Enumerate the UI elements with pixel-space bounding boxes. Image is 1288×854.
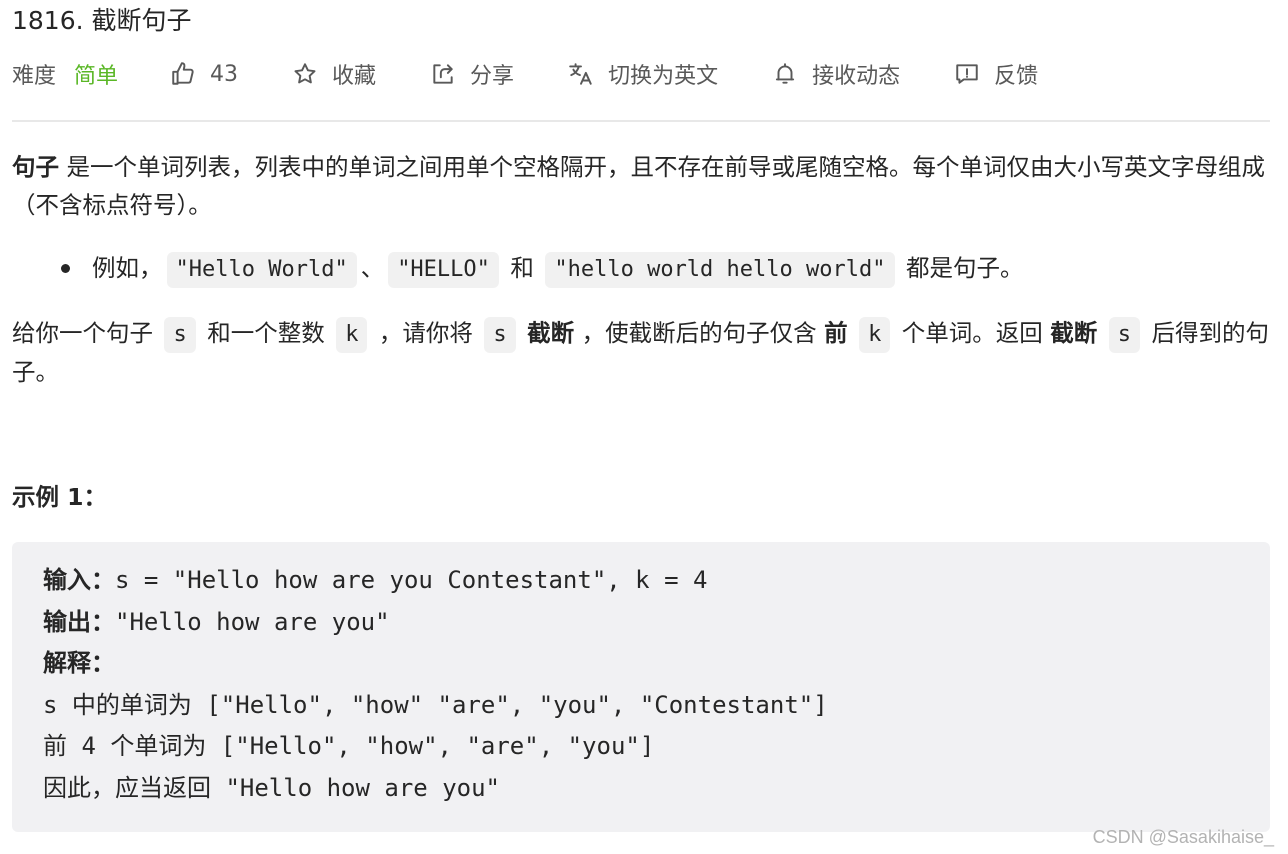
explanation-text: ["Hello", "how", "are", "you"]: [206, 732, 655, 760]
share-icon: [430, 61, 456, 87]
explanation-label: 解释：: [43, 649, 115, 677]
input-label: 输入：: [43, 566, 115, 594]
input-value: s = "Hello how are you Contestant", k = …: [115, 566, 708, 594]
explanation-text: s: [43, 690, 72, 719]
bold-term: 截断: [527, 319, 575, 347]
notify-button[interactable]: 接收动态: [772, 58, 900, 90]
translate-icon: [568, 61, 594, 87]
bullet-separator: 、: [360, 254, 385, 282]
bullet-dot: [61, 264, 70, 273]
description-paragraph: 句子 是一个单词列表，列表中的单词之间用单个空格隔开，且不存在前导或尾随空格。每…: [12, 148, 1274, 224]
example-title: 示例 1：: [12, 483, 108, 511]
translate-label: 切换为英文: [608, 64, 719, 89]
inline-code: "HELLO": [388, 252, 499, 288]
difficulty-value: 简单: [74, 64, 119, 89]
star-icon: [292, 61, 318, 87]
feedback-label: 反馈: [994, 64, 1039, 89]
feedback-button[interactable]: 反馈: [954, 58, 1038, 90]
term-sentence: 句子: [12, 153, 59, 181]
task-text: ，请你将: [371, 319, 481, 347]
bold-term: 前: [824, 319, 848, 347]
explanation-text: ["Hello", "how" "are", "you", "Contestan…: [191, 690, 828, 719]
like-button[interactable]: 43: [170, 61, 238, 87]
inline-code: s: [484, 317, 516, 353]
description-text: 是一个单词列表，列表中的单词之间用单个空格隔开，且不存在前导或尾随空格。每个单词…: [12, 153, 1265, 219]
explanation-text: 4: [67, 732, 111, 760]
share-label: 分享: [470, 64, 515, 89]
explanation-text: 前: [43, 732, 67, 760]
header-divider: [12, 120, 1270, 122]
notify-label: 接收动态: [812, 64, 901, 89]
task-text: 和一个整数: [199, 319, 333, 347]
inline-code: "hello world hello world": [545, 252, 895, 288]
watermark: CSDN @Sasakihaise_: [1092, 827, 1274, 847]
feedback-icon: [954, 61, 980, 87]
inline-code: k: [336, 317, 368, 353]
example-block: 输入：s = "Hello how are you Contestant", k…: [12, 542, 1270, 832]
page-title: 1816. 截断句子: [12, 6, 192, 35]
task-text: 给你一个句子: [12, 319, 161, 347]
share-button[interactable]: 分享: [430, 58, 514, 90]
translate-button[interactable]: 切换为英文: [568, 58, 718, 90]
output-label: 输出：: [43, 607, 115, 636]
favorite-label: 收藏: [332, 64, 377, 89]
explanation-line: 前 4 个单词为 ["Hello", "how", "are", "you"]: [43, 732, 654, 760]
example-content: 输入：s = "Hello how are you Contestant", k…: [43, 560, 828, 809]
explanation-line: 因此，应当返回 "Hello how are you": [43, 774, 500, 802]
output-value: "Hello how are you": [115, 607, 390, 636]
explanation-text: "Hello how are you": [211, 773, 500, 802]
explanation-line: s 中的单词为 ["Hello", "how" "are", "you", "C…: [43, 691, 828, 719]
task-paragraph: 给你一个句子 s 和一个整数 k ，请你将 s 截断 ，使截断后的句子仅含 前 …: [12, 314, 1274, 391]
explanation-text: 因此，应当返回: [43, 773, 211, 802]
bell-icon: [772, 61, 798, 87]
inline-code: s: [1108, 317, 1140, 353]
task-text: ，使截断后的句子仅含: [574, 319, 825, 347]
like-count: 43: [210, 61, 239, 87]
bold-term: 截断: [1050, 319, 1098, 347]
inline-code: s: [164, 317, 196, 353]
problem-toolbar: 难度 简单 43 收藏 分享 切换为英文 接收动态 反馈: [12, 56, 1038, 92]
bullet-text: 例如， "Hello World"、 "HELLO" 和 "hello world …: [92, 249, 1023, 288]
bullet-separator: 和: [502, 254, 542, 282]
bullet-suffix: 都是句子。: [898, 254, 1024, 282]
favorite-button[interactable]: 收藏: [292, 58, 376, 90]
explanation-text: 中的单词为: [71, 690, 192, 719]
bullet-prefix: 例如，: [92, 254, 163, 282]
inline-code: k: [859, 317, 891, 353]
thumbs-up-icon: [170, 61, 196, 87]
task-text: 个单词。返回: [894, 319, 1051, 347]
inline-code: "Hello World": [166, 252, 357, 288]
difficulty-label: 难度: [12, 64, 57, 89]
explanation-text: 个单词为: [110, 732, 207, 760]
